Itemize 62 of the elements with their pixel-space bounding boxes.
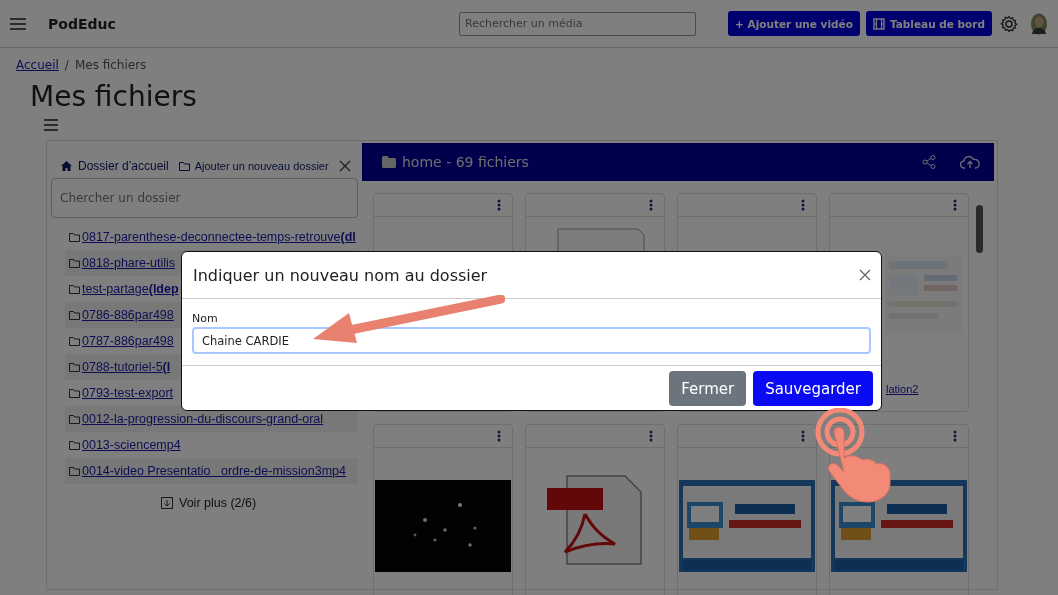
more-options-icon[interactable] <box>497 430 501 442</box>
folder-icon <box>382 156 396 168</box>
film-icon <box>872 17 885 30</box>
file-card[interactable] <box>373 424 513 595</box>
breadcrumb-link[interactable]: Accueil <box>16 58 59 72</box>
folder-heading: home - 69 fichiers <box>402 154 529 170</box>
settings-icon[interactable] <box>1000 14 1018 33</box>
folder-search-field[interactable]: Chercher un dossier <box>51 178 358 218</box>
close-button[interactable]: Fermer <box>669 371 747 406</box>
more-options-icon[interactable] <box>497 199 501 211</box>
folder-icon <box>69 440 80 450</box>
add-folder-link[interactable]: Ajouter un nouveau dossier <box>178 160 329 172</box>
folder-icon <box>69 414 80 424</box>
save-button[interactable]: Sauvegarder <box>753 371 873 406</box>
folder-link[interactable]: test-partage(ldep <box>82 282 179 296</box>
close-icon[interactable] <box>338 160 351 172</box>
folder-link[interactable]: 0818-phare-utilis <box>82 256 176 270</box>
header-button[interactable]: Tableau de bord <box>865 11 992 36</box>
file-card[interactable] <box>677 424 817 595</box>
field-label: Nom <box>192 312 219 325</box>
avatar-icon[interactable] <box>1030 12 1048 35</box>
file-card[interactable] <box>525 424 665 595</box>
folder-icon <box>69 284 80 294</box>
folder-link[interactable]: 0787-886par498 <box>82 334 174 348</box>
folder-link[interactable]: 0817-parenthese-deconnectee-temps-retrouve(dl <box>82 230 356 244</box>
site-title[interactable]: PodEduc <box>48 15 116 32</box>
upload-cloud-icon[interactable] <box>960 155 980 169</box>
home-folder-link[interactable]: Dossier d’accueil <box>61 159 169 173</box>
dialog-title: Indiquer un nouveau nom au dossier <box>193 265 488 285</box>
breadcrumb-current: Mes fichiers <box>74 58 147 72</box>
more-options-icon[interactable] <box>953 430 957 442</box>
search-field[interactable]: Rechercher un média <box>459 11 697 36</box>
folder-link[interactable]: 0788-tutoriel-5(l <box>82 360 171 374</box>
pdf-file-icon <box>545 474 645 566</box>
folder-icon <box>69 232 80 242</box>
breadcrumb-separator: / <box>64 58 69 72</box>
more-options-icon[interactable] <box>649 199 653 211</box>
folder-icon <box>69 310 80 320</box>
more-options-icon[interactable] <box>801 199 805 211</box>
menu-icon[interactable] <box>10 17 26 30</box>
folder-icon <box>178 161 190 171</box>
folder-icon <box>69 362 80 372</box>
more-options-icon[interactable] <box>649 430 653 442</box>
folder-icon <box>69 258 80 268</box>
more-options-icon[interactable] <box>801 430 805 442</box>
menu-icon[interactable] <box>44 119 58 131</box>
close-icon[interactable] <box>859 269 871 281</box>
more-options-icon[interactable] <box>953 199 957 211</box>
header-button[interactable]: + Ajouter une vidéo <box>728 11 860 36</box>
name-input-field[interactable]: Chaine CARDIE <box>192 327 871 354</box>
show-more-link[interactable]: Voir plus (2/6) <box>161 496 358 510</box>
folder-icon <box>69 388 80 398</box>
home-icon <box>61 161 72 171</box>
file-name-link[interactable]: lation2 <box>886 383 919 395</box>
share-icon[interactable] <box>922 155 936 169</box>
download-icon <box>161 497 173 509</box>
folder-icon <box>69 466 80 476</box>
page-title: Mes fichiers <box>30 80 198 113</box>
folder-link[interactable]: 0013-sciencemp4 <box>82 438 181 452</box>
folder-icon <box>69 336 80 346</box>
folder-link[interactable]: 0793-test-export <box>82 386 174 400</box>
folder-link[interactable]: 0786-886par498 <box>82 308 174 322</box>
